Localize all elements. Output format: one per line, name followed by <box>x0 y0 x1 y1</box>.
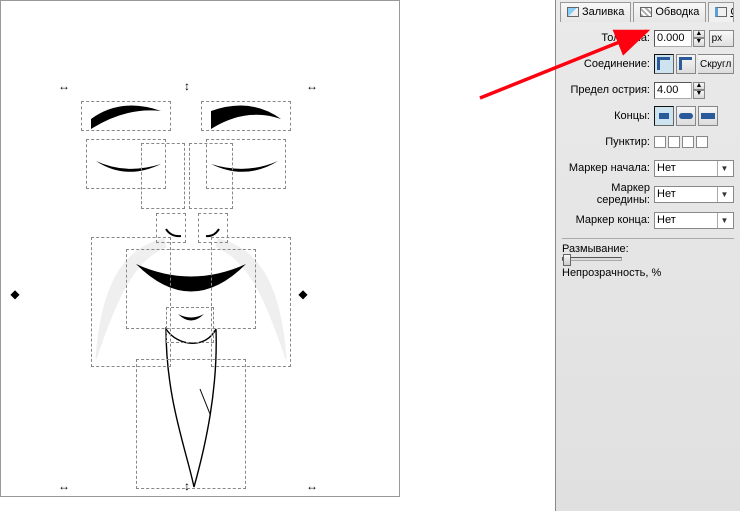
cap-butt-button[interactable] <box>654 106 674 126</box>
stroke-swatch-icon <box>640 7 652 17</box>
dash-segment-4[interactable] <box>696 136 708 148</box>
dash-segment-2[interactable] <box>668 136 680 148</box>
marker-end-label: Маркер конца: <box>562 214 654 226</box>
cap-label: Концы: <box>562 110 654 122</box>
style-swatch-icon <box>715 7 727 17</box>
opacity-label: Непрозрачность, % <box>562 267 734 279</box>
join-option-label: Скругл <box>698 54 734 74</box>
join-label: Соединение: <box>562 58 654 70</box>
stroke-width-spinner[interactable]: ▲▼ <box>693 30 705 47</box>
marker-start-label: Маркер начала: <box>562 162 654 174</box>
cap-round-button[interactable] <box>676 106 696 126</box>
marker-mid-select[interactable]: Нет▼ <box>654 186 734 203</box>
join-round-button[interactable] <box>676 54 696 74</box>
miter-limit-input[interactable] <box>654 82 692 99</box>
canvas-area[interactable]: ↔ ↔ ↕ ◆ ◆ ↔ ↔ ↕ <box>0 0 555 511</box>
join-miter-button[interactable] <box>654 54 674 74</box>
tab-fill[interactable]: Заливка <box>560 2 631 22</box>
dash-label: Пунктир: <box>562 136 654 148</box>
stroke-width-input[interactable] <box>654 30 692 47</box>
blur-label: Размывание: <box>562 243 734 255</box>
drawing-page[interactable]: ↔ ↔ ↕ ◆ ◆ ↔ ↔ ↕ <box>0 0 400 497</box>
marker-end-select[interactable]: Нет▼ <box>654 212 734 229</box>
marker-start-select[interactable]: Нет▼ <box>654 160 734 177</box>
miter-spinner[interactable]: ▲▼ <box>693 82 705 99</box>
width-label: Толщина: <box>562 32 654 44</box>
dash-segment-1[interactable] <box>654 136 666 148</box>
tab-stroke-style[interactable]: Стиль обв <box>708 2 734 22</box>
fill-swatch-icon <box>567 7 579 17</box>
cap-square-button[interactable] <box>698 106 718 126</box>
blur-slider[interactable] <box>562 257 622 261</box>
dash-segment-3[interactable] <box>682 136 694 148</box>
unit-selector[interactable]: px <box>709 30 734 47</box>
marker-mid-label: Маркер середины: <box>562 182 654 206</box>
tab-stroke-paint[interactable]: Обводка <box>633 2 706 22</box>
stroke-panel: Заливка Обводка Стиль обв Толщина: ▲▼ px… <box>555 0 740 511</box>
miter-label: Предел острия: <box>562 84 654 96</box>
